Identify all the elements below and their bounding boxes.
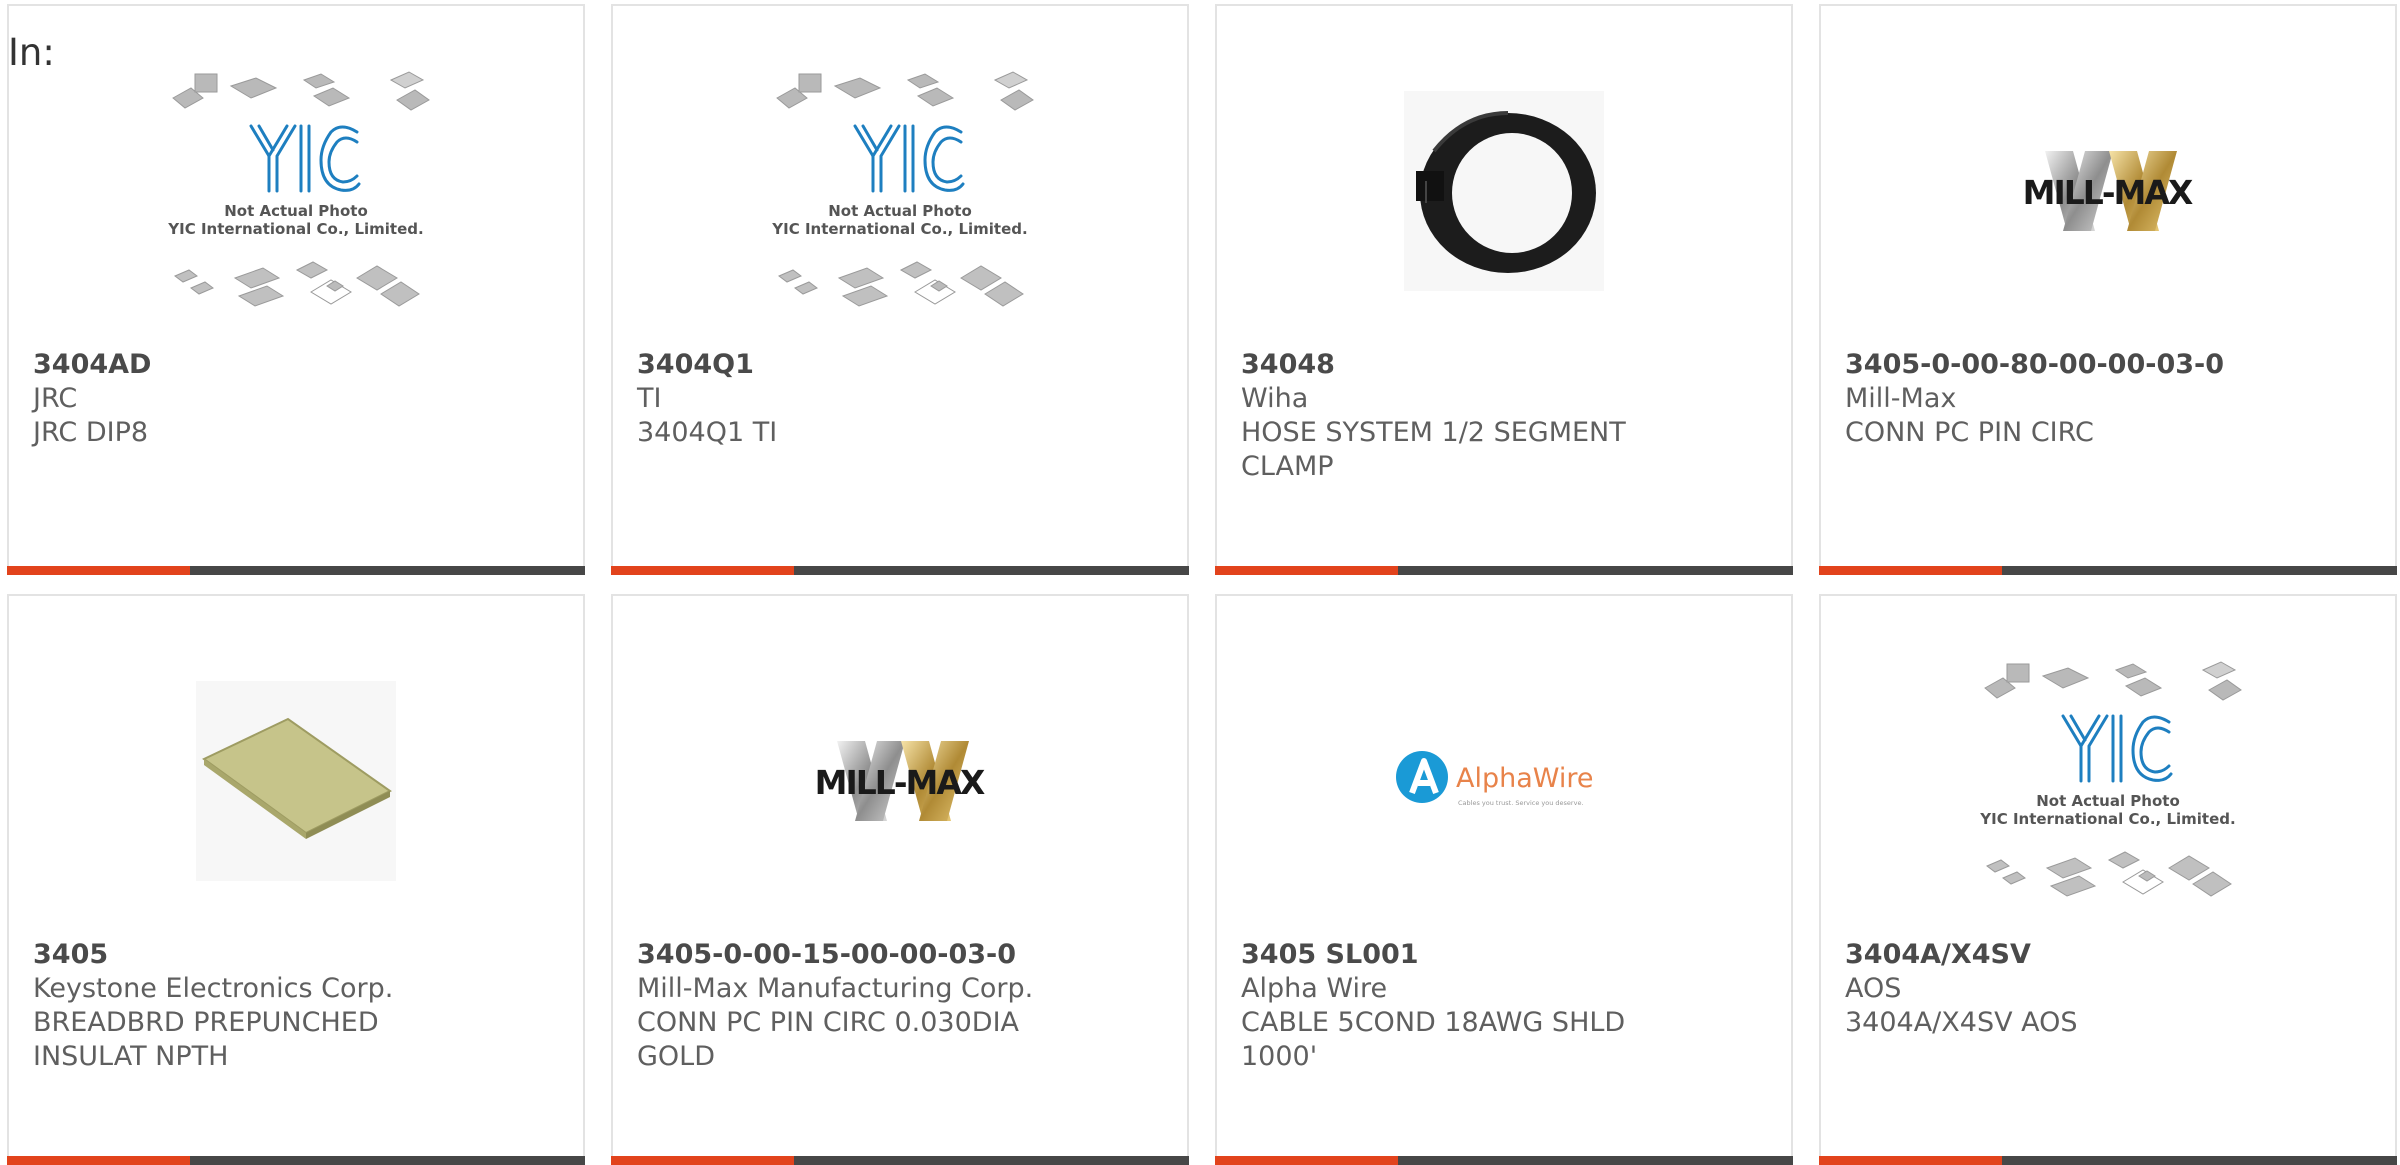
product-card[interactable]: Not Actual Photo YIC International Co., … xyxy=(611,4,1189,575)
product-card[interactable]: 34048 Wiha HOSE SYSTEM 1/2 SEGMENT CLAMP xyxy=(1215,4,1793,575)
description: 3404A/X4SV AOS xyxy=(1845,1007,2078,1038)
description: CABLE 5COND 18AWG SHLD 1000' xyxy=(1241,1007,1626,1072)
alphawire-logo: AlphaWire Cables you trust. Service you … xyxy=(1396,751,1594,807)
logo-text: MILL-MAX xyxy=(2023,173,2193,212)
breadboard-image xyxy=(196,681,396,881)
card-bottom-bar xyxy=(1215,566,1793,575)
logo-text: MILL-MAX xyxy=(815,763,985,802)
image-caption-line2: YIC International Co., Limited. xyxy=(1979,810,2235,828)
manufacturer: TI xyxy=(637,383,662,414)
part-number[interactable]: 3405-0-00-80-00-00-03-0 xyxy=(1845,348,2371,382)
part-number[interactable]: 3405 xyxy=(33,938,559,972)
product-image: Not Actual Photo YIC International Co., … xyxy=(613,56,1187,326)
description: HOSE SYSTEM 1/2 SEGMENT CLAMP xyxy=(1241,417,1626,482)
filter-label: In: xyxy=(8,31,55,74)
description: 3404Q1 TI xyxy=(637,417,778,448)
product-info: 3405 SL001 Alpha Wire CABLE 5COND 18AWG … xyxy=(1241,938,1767,1074)
manufacturer: AOS xyxy=(1845,973,1902,1004)
description: CONN PC PIN CIRC xyxy=(1845,417,2094,448)
product-card[interactable]: AlphaWire Cables you trust. Service you … xyxy=(1215,594,1793,1165)
product-card[interactable]: 3405 Keystone Electronics Corp. BREADBRD… xyxy=(7,594,585,1165)
part-number[interactable]: 3404Q1 xyxy=(637,348,1163,382)
manufacturer: Alpha Wire xyxy=(1241,973,1388,1004)
part-number[interactable]: 3404A/X4SV xyxy=(1845,938,2371,972)
product-info: 3404A/X4SV AOS 3404A/X4SV AOS xyxy=(1845,938,2371,1040)
product-card[interactable]: MILL-MAX 3405-0-00-15-00-00-03-0 Mill-Ma… xyxy=(611,594,1189,1165)
card-accent xyxy=(1215,566,1398,575)
product-info: 3405-0-00-80-00-00-03-0 Mill-Max CONN PC… xyxy=(1845,348,2371,450)
product-image: Not Actual Photo YIC International Co., … xyxy=(1821,646,2395,916)
image-caption-line2: YIC International Co., Limited. xyxy=(771,220,1027,238)
image-caption-line1: Not Actual Photo xyxy=(224,202,368,220)
card-accent xyxy=(611,566,794,575)
product-card[interactable]: Not Actual Photo YIC International Co., … xyxy=(1819,594,2397,1165)
product-image: MILL-MAX xyxy=(613,646,1187,916)
description: JRC DIP8 xyxy=(33,417,149,448)
manufacturer: Mill-Max xyxy=(1845,383,1957,414)
product-image xyxy=(9,646,583,916)
description: BREADBRD PREPUNCHED INSULAT NPTH xyxy=(33,1007,379,1072)
product-image xyxy=(1217,56,1791,326)
product-image: AlphaWire Cables you trust. Service you … xyxy=(1217,646,1791,916)
part-number[interactable]: 34048 xyxy=(1241,348,1767,382)
mill-max-logo: MILL-MAX xyxy=(815,741,987,821)
card-accent xyxy=(1819,566,2002,575)
card-bottom-bar xyxy=(7,566,585,575)
logo-tagline: Cables you trust. Service you deserve. xyxy=(1458,799,1584,807)
image-caption-line1: Not Actual Photo xyxy=(2036,792,2180,810)
product-image: Not Actual Photo YIC International Co., … xyxy=(9,56,583,326)
product-image: MILL-MAX xyxy=(1821,56,2395,326)
manufacturer: JRC xyxy=(33,383,78,414)
product-card[interactable]: Not Actual Photo YIC International Co., … xyxy=(7,4,585,575)
card-bottom-bar xyxy=(611,566,1189,575)
hose-clamp-image xyxy=(1404,91,1604,291)
product-info: 3404AD JRC JRC DIP8 xyxy=(33,348,559,450)
product-info: 3404Q1 TI 3404Q1 TI xyxy=(637,348,1163,450)
manufacturer: Keystone Electronics Corp. xyxy=(33,973,394,1004)
description: CONN PC PIN CIRC 0.030DIA GOLD xyxy=(637,1007,1020,1072)
product-info: 3405-0-00-15-00-00-03-0 Mill-Max Manufac… xyxy=(637,938,1163,1074)
logo-text: AlphaWire xyxy=(1456,763,1594,794)
product-grid: Not Actual Photo YIC International Co., … xyxy=(0,0,2400,1165)
product-info: 3405 Keystone Electronics Corp. BREADBRD… xyxy=(33,938,559,1074)
card-bottom-bar xyxy=(1819,566,2397,575)
mill-max-logo: MILL-MAX xyxy=(2023,151,2195,231)
manufacturer: Mill-Max Manufacturing Corp. xyxy=(637,973,1034,1004)
part-number[interactable]: 3404AD xyxy=(33,348,559,382)
product-card[interactable]: MILL-MAX 3405-0-00-80-00-00-03-0 Mill-Ma… xyxy=(1819,4,2397,575)
manufacturer: Wiha xyxy=(1241,383,1309,414)
part-number[interactable]: 3405-0-00-15-00-00-03-0 xyxy=(637,938,1163,972)
part-number[interactable]: 3405 SL001 xyxy=(1241,938,1767,972)
image-caption-line1: Not Actual Photo xyxy=(828,202,972,220)
card-accent xyxy=(7,566,190,575)
product-info: 34048 Wiha HOSE SYSTEM 1/2 SEGMENT CLAMP xyxy=(1241,348,1767,484)
image-caption-line2: YIC International Co., Limited. xyxy=(167,220,423,238)
